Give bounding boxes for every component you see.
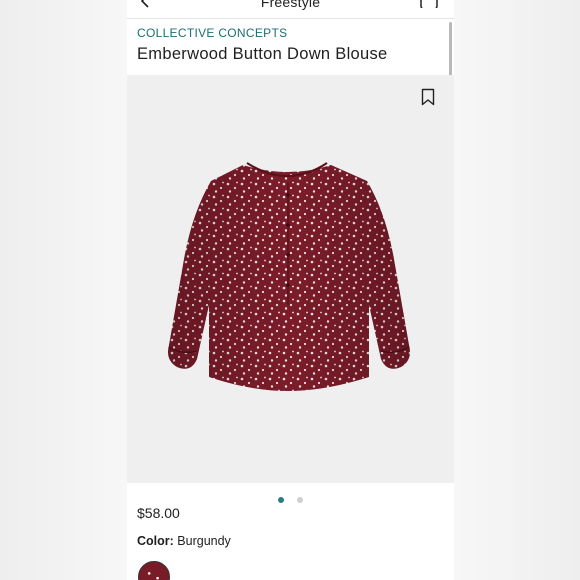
app-screen: Freestyle COLLECTIVE CONCEPTS Emberwood … <box>127 0 454 580</box>
page-title: Freestyle <box>260 0 321 10</box>
blouse-image <box>168 162 410 391</box>
color-value: Burgundy <box>177 534 231 548</box>
brand-name[interactable]: COLLECTIVE CONCEPTS <box>137 26 287 40</box>
color-label: Color: <box>137 534 174 548</box>
shopping-bag-icon[interactable] <box>420 0 438 8</box>
swatch-pattern <box>142 565 166 580</box>
bookmark-icon[interactable] <box>421 88 435 106</box>
product-title: Emberwood Button Down Blouse <box>137 45 388 63</box>
background-left <box>0 0 127 580</box>
color-row: Color: Burgundy <box>137 534 231 548</box>
carousel-dot-1[interactable] <box>278 497 285 503</box>
background-right <box>454 0 580 580</box>
carousel-dot-2[interactable] <box>296 497 303 503</box>
color-swatch-burgundy[interactable] <box>138 561 170 580</box>
product-price: $58.00 <box>137 505 180 521</box>
product-image-carousel[interactable] <box>127 75 454 483</box>
carousel-indicator <box>127 490 454 503</box>
top-bar: Freestyle <box>127 0 454 19</box>
